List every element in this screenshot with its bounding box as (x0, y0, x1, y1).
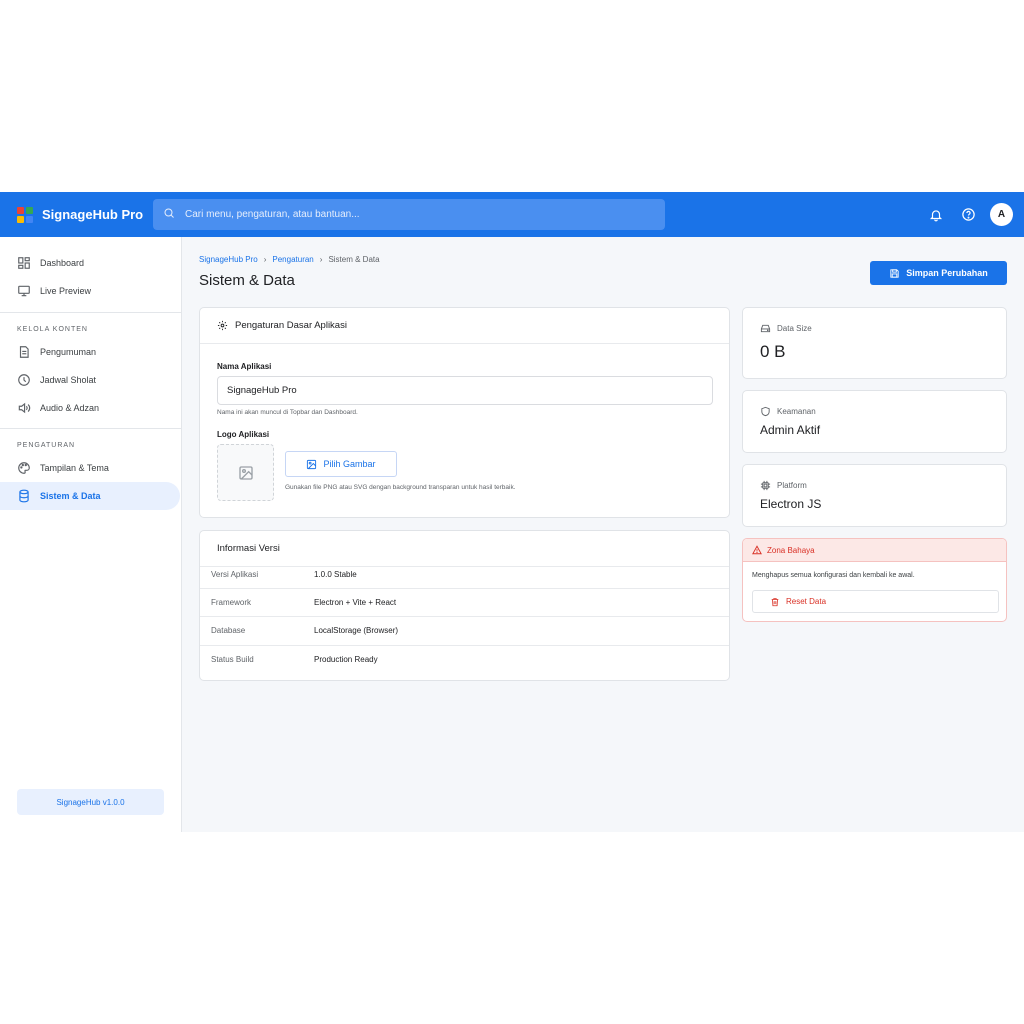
stat-card-data-size: Data Size 0 B (742, 307, 1007, 379)
sidebar-item-sistem-data[interactable]: Sistem & Data (0, 482, 180, 510)
reset-data-button[interactable]: Reset Data (752, 590, 999, 613)
brand[interactable]: SignageHub Pro (17, 192, 143, 237)
settings-card: Pengaturan Dasar Aplikasi Nama Aplikasi … (199, 307, 730, 518)
trash-icon (771, 597, 779, 606)
app-name-label: Nama Aplikasi (217, 362, 272, 371)
breadcrumb: SignageHub Pro › Pengaturan › Sistem & D… (199, 255, 380, 264)
stat-label: Platform (760, 480, 807, 491)
row-value: Electron + Vite + React (314, 598, 397, 607)
version-badge: SignageHub v1.0.0 (17, 789, 164, 815)
row-key: Status Build (211, 655, 254, 664)
breadcrumb-separator: › (263, 255, 267, 264)
row-key: Versi Aplikasi (211, 569, 259, 579)
save-button[interactable]: Simpan Perubahan (870, 261, 1007, 285)
sidebar-item-label: Pengumuman (40, 347, 97, 357)
sidebar-item-label: Sistem & Data (40, 491, 101, 501)
sidebar: Dashboard Live Preview KELOLA KONTEN Pen… (0, 237, 182, 832)
table-row: Framework Electron + Vite + React (200, 588, 729, 616)
stat-value: Admin Aktif (760, 423, 821, 437)
breadcrumb-current: Sistem & Data (328, 255, 380, 264)
stat-label: Keamanan (760, 406, 816, 417)
table-row: Versi Aplikasi 1.0.0 Stable (200, 560, 729, 588)
row-value: Production Ready (314, 655, 378, 664)
danger-zone-description: Menghapus semua konfigurasi dan kembali … (752, 572, 915, 579)
row-key: Database (211, 626, 246, 635)
app-window: SignageHub Pro A Dashboard Live Previ (0, 192, 1024, 832)
speaker-icon (18, 402, 31, 414)
sidebar-item-label: Jadwal Sholat (40, 375, 97, 385)
stat-label-text: Data Size (777, 324, 812, 333)
topbar: SignageHub Pro A (0, 192, 1024, 237)
breadcrumb-home[interactable]: SignageHub Pro (199, 255, 258, 264)
pick-image-label: Pilih Gambar (323, 459, 376, 469)
page-title: Sistem & Data (199, 272, 295, 289)
bell-icon[interactable] (926, 205, 946, 225)
stat-label-text: Keamanan (777, 407, 816, 416)
logo-hint: Gunakan file PNG atau SVG dengan backgro… (285, 484, 516, 491)
settings-card-header: Pengaturan Dasar Aplikasi (200, 308, 729, 344)
sidebar-item-label: Audio & Adzan (40, 403, 100, 413)
version-card: Informasi Versi Versi Aplikasi 1.0.0 Sta… (199, 530, 730, 681)
clock-icon (18, 374, 30, 386)
sidebar-item-label: Live Preview (40, 286, 92, 296)
version-card-title: Informasi Versi (217, 543, 280, 554)
shield-icon (761, 406, 770, 417)
pick-image-button[interactable]: Pilih Gambar (285, 451, 397, 477)
search-bar[interactable] (153, 199, 665, 230)
topbar-actions: A (926, 192, 1013, 237)
danger-zone-header: Zona Bahaya (743, 539, 1006, 562)
stat-value: 0 B (760, 342, 786, 361)
breadcrumb-pengaturan[interactable]: Pengaturan (272, 255, 313, 264)
stat-card-platform: Platform Electron JS (742, 464, 1007, 527)
database-icon (19, 489, 29, 503)
image-icon (307, 459, 317, 469)
sidebar-item-label: Dashboard (40, 258, 85, 268)
sidebar-item-tampilan-tema[interactable]: Tampilan & Tema (0, 454, 181, 482)
app-name-input[interactable] (217, 376, 713, 405)
document-icon (19, 346, 29, 358)
app-logo-icon (17, 206, 33, 223)
gear-icon (217, 320, 228, 331)
sidebar-item-dashboard[interactable]: Dashboard (0, 249, 181, 277)
sidebar-item-audio-adzan[interactable]: Audio & Adzan (0, 394, 181, 422)
logo-label: Logo Aplikasi (217, 430, 270, 439)
monitor-icon (18, 285, 30, 297)
sidebar-item-live-preview[interactable]: Live Preview (0, 277, 181, 305)
table-row: Database LocalStorage (Browser) (200, 616, 729, 644)
row-key: Framework (211, 598, 252, 607)
stat-value: Electron JS (760, 497, 822, 511)
help-icon[interactable] (958, 205, 978, 225)
save-button-label: Simpan Perubahan (906, 268, 988, 278)
search-icon (163, 206, 175, 224)
section-label-pengaturan: PENGATURAN (17, 441, 76, 449)
sidebar-item-label: Tampilan & Tema (40, 463, 109, 473)
breadcrumb-separator: › (319, 255, 323, 264)
stat-label: Data Size (760, 323, 812, 334)
stat-label-text: Platform (777, 481, 807, 490)
warning-icon (752, 545, 762, 555)
row-value: LocalStorage (Browser) (314, 626, 399, 635)
image-icon (238, 465, 253, 480)
sidebar-item-jadwal-sholat[interactable]: Jadwal Sholat (0, 366, 181, 394)
logo-placeholder[interactable] (217, 444, 274, 501)
chip-icon (760, 480, 771, 491)
stat-card-keamanan: Keamanan Admin Aktif (742, 390, 1007, 453)
table-row: Status Build Production Ready (200, 645, 729, 673)
app-name-hint: Nama ini akan muncul di Topbar dan Dashb… (217, 409, 358, 416)
search-input[interactable] (185, 209, 645, 220)
avatar[interactable]: A (990, 203, 1013, 226)
row-value: 1.0.0 Stable (314, 569, 357, 579)
palette-icon (18, 462, 30, 474)
reset-data-label: Reset Data (786, 597, 827, 606)
dashboard-icon (18, 257, 30, 269)
storage-icon (760, 324, 771, 333)
settings-card-title: Pengaturan Dasar Aplikasi (235, 320, 347, 331)
section-label-kelola-konten: KELOLA KONTEN (17, 325, 88, 333)
danger-zone-title: Zona Bahaya (767, 545, 815, 555)
app-name: SignageHub Pro (42, 207, 144, 222)
danger-zone-card: Zona Bahaya Menghapus semua konfigurasi … (742, 538, 1007, 622)
sidebar-item-pengumuman[interactable]: Pengumuman (0, 338, 181, 366)
save-icon (890, 268, 899, 278)
